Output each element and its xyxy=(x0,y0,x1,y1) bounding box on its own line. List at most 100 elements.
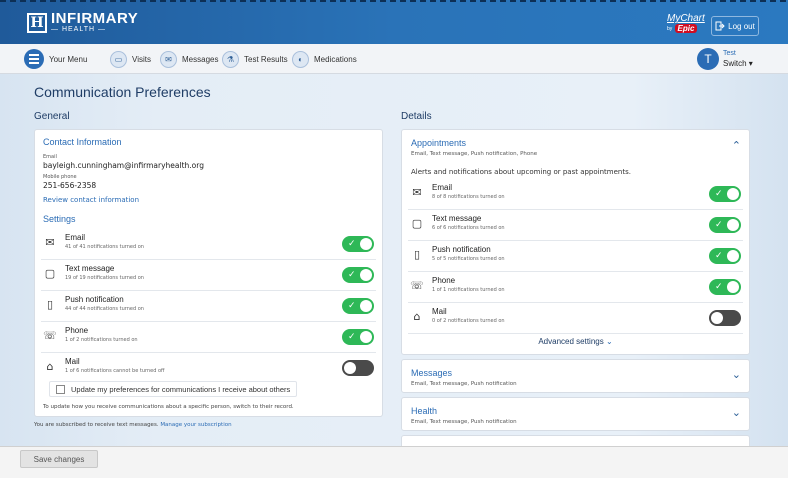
row-title: Push notification xyxy=(432,245,491,254)
nav-test-results-label: Test Results xyxy=(244,54,288,64)
check-icon: ✓ xyxy=(715,189,723,199)
messages-title: Messages xyxy=(411,368,453,378)
mobile-phone-value: 251-656-2358 xyxy=(43,181,97,190)
health-card[interactable]: Health Email, Text message, Push notific… xyxy=(401,397,750,431)
health-title: Health xyxy=(411,406,438,416)
row-title: Push notification xyxy=(65,295,124,304)
others-note: To update how you receive communications… xyxy=(43,404,294,410)
settings-heading: Settings xyxy=(43,214,76,224)
mailbox-icon: ⌂ xyxy=(413,310,421,323)
appt-row-text-message: ▢ Text message 6 of 6 notifications turn… xyxy=(408,210,743,241)
nav-medications-label: Medications xyxy=(314,54,357,64)
contact-info-heading: Contact Information xyxy=(43,137,122,147)
row-subtitle: 0 of 2 notifications turned on xyxy=(432,318,505,324)
nav-messages[interactable]: ✉ Messages xyxy=(160,49,218,69)
caret-down-icon: ▾ xyxy=(748,59,753,68)
main-content: Communication Preferences General Detail… xyxy=(0,74,788,446)
appt-phone-toggle[interactable]: ✓ xyxy=(709,279,741,295)
appt-row-email: ✉ Email 8 of 8 notifications turned on ✓ xyxy=(408,179,743,210)
check-icon: ✓ xyxy=(348,332,356,342)
nav-visits-label: Visits xyxy=(132,54,151,64)
user-name: Test xyxy=(723,50,736,57)
row-title: Phone xyxy=(432,276,456,285)
messages-card[interactable]: Messages Email, Text message, Push notif… xyxy=(401,359,750,393)
your-menu-label: Your Menu xyxy=(49,54,88,64)
nav-test-results[interactable]: ⚗ Test Results xyxy=(222,49,288,69)
footer-bar: Save changes xyxy=(0,446,788,478)
appt-text-message-toggle[interactable]: ✓ xyxy=(709,217,741,233)
settings-row-push: ▯ Push notification 44 of 44 notificatio… xyxy=(41,291,376,322)
mobile-phone-icon: ▯ xyxy=(413,248,421,261)
logout-label: Log out xyxy=(728,21,755,31)
switch-label: Switch xyxy=(723,59,747,68)
user-switcher[interactable]: T Test Switch ▾ xyxy=(697,48,753,70)
advanced-settings-link[interactable]: Advanced settings ⌄ xyxy=(402,337,749,346)
chat-bubble-icon: ▢ xyxy=(411,217,423,230)
review-contact-link[interactable]: Review contact information xyxy=(43,196,139,204)
email-toggle[interactable]: ✓ xyxy=(342,236,374,252)
manage-subscription-link[interactable]: Manage your subscription xyxy=(160,422,231,428)
calendar-icon: ▭ xyxy=(110,50,127,68)
mobile-phone-icon: ▯ xyxy=(46,298,54,311)
nav-bar: Your Menu ▭ Visits ✉ Messages ⚗ Test Res… xyxy=(0,44,788,74)
mail-toggle[interactable] xyxy=(342,360,374,376)
email-value: bayleigh.cunningham@infirmaryhealth.org xyxy=(43,161,204,170)
appt-push-notification-toggle[interactable]: ✓ xyxy=(709,248,741,264)
logout-button[interactable]: Log out xyxy=(711,16,759,36)
envelope-icon: ✉ xyxy=(160,50,177,68)
general-card: Contact Information Email bayleigh.cunni… xyxy=(34,129,383,417)
nav-visits[interactable]: ▭ Visits xyxy=(110,49,151,69)
logo-subtitle: — HEALTH — xyxy=(51,26,106,33)
appt-row-mail: ⌂ Mail 0 of 2 notifications turned on xyxy=(408,303,743,334)
row-title: Phone xyxy=(65,326,89,335)
mychart-epic-logo: MyChart by Epic xyxy=(667,13,705,34)
chevron-down-icon[interactable]: ⌄ xyxy=(732,406,741,419)
nav-medications[interactable]: ◐ Medications xyxy=(292,49,357,69)
appt-email-toggle[interactable]: ✓ xyxy=(709,186,741,202)
check-icon: ✓ xyxy=(715,251,723,261)
your-menu-button[interactable]: Your Menu xyxy=(24,49,87,69)
appointments-card: Appointments Email, Text message, Push n… xyxy=(401,129,750,355)
row-title: Mail xyxy=(432,307,447,316)
nav-messages-label: Messages xyxy=(182,54,219,64)
subscription-line: You are subscribed to receive text messa… xyxy=(34,422,232,428)
check-icon: ✓ xyxy=(348,239,356,249)
others-preferences-checkbox[interactable] xyxy=(56,384,65,394)
mailbox-icon: ⌂ xyxy=(46,360,54,373)
others-preferences-label: Update my preferences for communications… xyxy=(71,384,291,394)
general-heading: General xyxy=(34,111,70,122)
advanced-settings-label: Advanced settings xyxy=(538,337,604,346)
row-subtitle: 1 of 6 notifications cannot be turned of… xyxy=(65,368,165,374)
row-title: Email xyxy=(432,183,453,192)
logo-mark: H xyxy=(27,13,47,33)
mychart-wordmark: MyChart xyxy=(667,13,705,24)
infirmary-health-logo[interactable]: H INFIRMARY — HEALTH — xyxy=(27,11,138,34)
chevron-down-icon: ⌄ xyxy=(605,337,613,346)
hamburger-menu-icon xyxy=(24,49,44,69)
settings-row-phone: ☏ Phone 1 of 2 notifications turned on ✓ xyxy=(41,322,376,353)
appointments-header[interactable]: Appointments Email, Text message, Push n… xyxy=(402,130,749,160)
epic-wordmark: Epic xyxy=(674,24,698,34)
row-title: Mail xyxy=(65,357,80,366)
save-changes-button[interactable]: Save changes xyxy=(20,450,98,468)
push-notification-toggle[interactable]: ✓ xyxy=(342,298,374,314)
chevron-up-icon[interactable]: ⌃ xyxy=(732,139,741,152)
row-title: Text message xyxy=(432,214,482,223)
phone-toggle[interactable]: ✓ xyxy=(342,329,374,345)
appointments-title: Appointments xyxy=(411,138,467,148)
row-title: Email xyxy=(65,233,86,242)
next-category-card[interactable] xyxy=(401,435,750,446)
row-subtitle: 6 of 6 notifications turned on xyxy=(432,225,505,231)
flask-icon: ⚗ xyxy=(222,50,239,68)
check-icon: ✓ xyxy=(348,270,356,280)
others-preferences-option[interactable]: Update my preferences for communications… xyxy=(49,381,298,397)
text-message-toggle[interactable]: ✓ xyxy=(342,267,374,283)
appt-row-push: ▯ Push notification 5 of 5 notifications… xyxy=(408,241,743,272)
page-title: Communication Preferences xyxy=(34,84,211,100)
mychart-by: by xyxy=(667,25,673,32)
check-icon: ✓ xyxy=(715,220,723,230)
envelope-icon: ✉ xyxy=(412,186,422,199)
phone-handset-icon: ☏ xyxy=(410,279,424,292)
chevron-down-icon[interactable]: ⌄ xyxy=(732,368,741,381)
appt-mail-toggle[interactable] xyxy=(709,310,741,326)
